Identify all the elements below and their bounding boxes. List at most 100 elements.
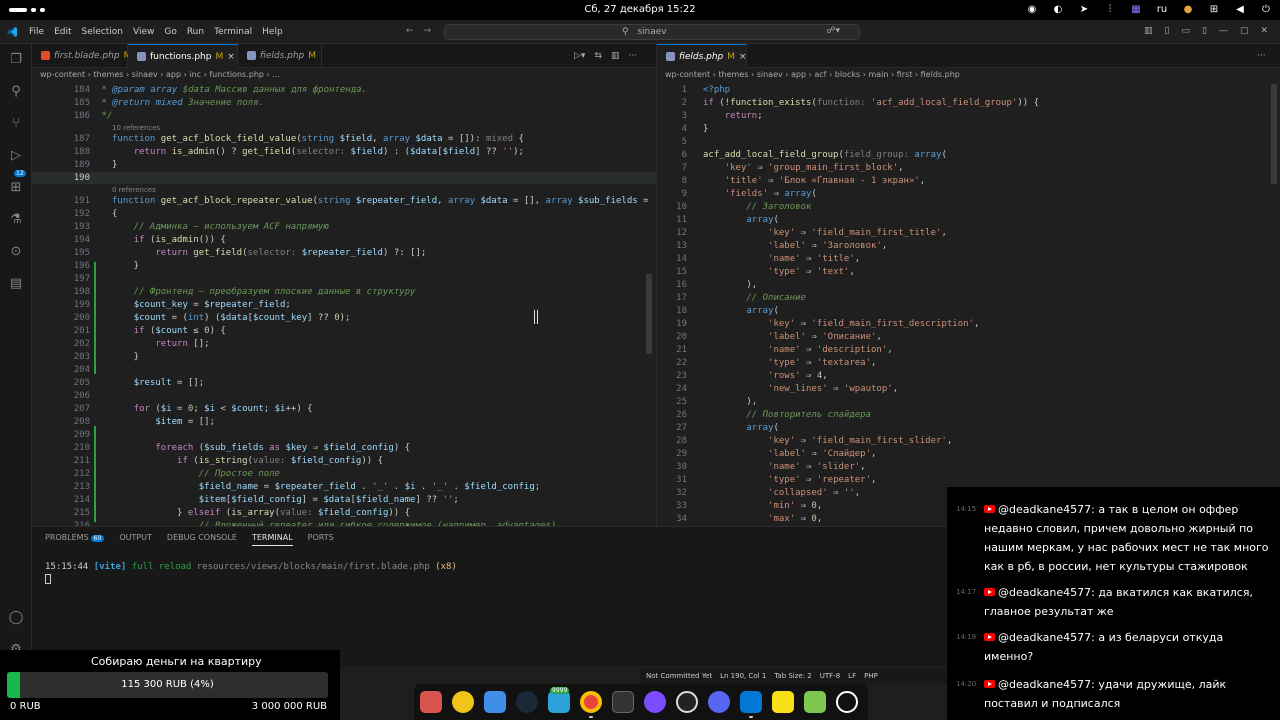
menu-terminal[interactable]: Terminal <box>214 27 252 37</box>
encoding[interactable]: UTF-8 <box>820 672 840 680</box>
line-ending[interactable]: LF <box>848 672 856 680</box>
discord-icon[interactable] <box>708 691 730 713</box>
tab-ports[interactable]: PORTS <box>308 533 334 546</box>
steam-icon[interactable] <box>516 691 538 713</box>
copilot-icon[interactable]: ☍▾ <box>826 26 840 36</box>
close-tab-icon[interactable]: × <box>739 52 747 62</box>
update-tray-icon[interactable]: ◐ <box>1052 3 1064 15</box>
tab-fields-php[interactable]: fields.php M × <box>657 44 747 68</box>
mixer-tray-icon[interactable]: ⫶ <box>1104 3 1116 15</box>
terminal-output[interactable]: 15:15:44 [vite] full reload resources/vi… <box>45 562 457 572</box>
terminal-icon[interactable] <box>612 691 634 713</box>
menu-selection[interactable]: Selection <box>82 27 123 37</box>
code-line: 24 'new_lines' ⇒ 'wpautop', <box>676 384 899 394</box>
code-line: 12 'key' ⇒ 'field_main_first_title', <box>676 228 947 238</box>
network-icon[interactable]: ⊞ <box>1208 3 1220 15</box>
code-line: 209 <box>73 430 90 440</box>
cursor-position[interactable]: Ln 190, Col 1 <box>720 672 766 680</box>
telegram-tray-icon[interactable]: ➤ <box>1078 3 1090 15</box>
language-mode[interactable]: PHP <box>864 672 878 680</box>
tab-first-blade[interactable]: first.blade.phpM <box>32 44 131 68</box>
donation-title: Собираю деньги на квартиру <box>91 655 262 668</box>
code-line: 19 'key' ⇒ 'field_main_first_description… <box>676 319 980 329</box>
split-editor-icon[interactable]: ▥ <box>611 51 620 61</box>
code-line: 27 array( <box>676 423 779 433</box>
code-line: 1 <?php <box>681 85 731 95</box>
testing-icon[interactable]: ⚗ <box>8 212 24 228</box>
youtube-icon <box>984 680 995 688</box>
code-line: 10 // Заголовок <box>676 202 812 212</box>
obsidian-icon[interactable] <box>644 691 666 713</box>
run-file-icon[interactable]: ▷▾ <box>574 51 585 61</box>
menu-file[interactable]: File <box>29 27 44 37</box>
run-debug-icon[interactable]: ▷ <box>8 148 24 164</box>
menu-edit[interactable]: Edit <box>54 27 71 37</box>
chat-time: 14:17 <box>956 588 977 596</box>
tab-problems[interactable]: PROBLEMS 60 <box>45 533 105 546</box>
minimize-icon[interactable]: — <box>1219 26 1228 36</box>
code-line: 199 $count_key = $repeater_field; <box>73 300 291 310</box>
maximize-icon[interactable]: ▢ <box>1240 26 1249 36</box>
keyboard-layout[interactable]: ru <box>1156 3 1168 15</box>
tab-output[interactable]: OUTPUT <box>119 533 152 546</box>
code-line: 23 'rows' ⇒ 4, <box>676 371 828 381</box>
volume-icon[interactable]: ◀ <box>1234 3 1246 15</box>
yandex-icon[interactable] <box>772 691 794 713</box>
extensions-icon[interactable]: ⊞ <box>8 180 24 196</box>
code-line: 215 } elseif (is_array(value: $field_con… <box>73 508 411 518</box>
settings-app-icon[interactable] <box>452 691 474 713</box>
obs-studio-icon[interactable] <box>676 691 698 713</box>
explorer-icon[interactable]: ❐ <box>8 52 24 68</box>
more-actions-icon[interactable]: ··· <box>629 51 638 61</box>
code-line: 31 'type' ⇒ 'repeater', <box>676 475 877 485</box>
text-editor-icon[interactable] <box>484 691 506 713</box>
telegram-icon[interactable] <box>548 691 570 713</box>
power-icon[interactable]: ⏻ <box>1260 3 1272 15</box>
remote-explorer-icon[interactable]: ⊙ <box>8 244 24 260</box>
forward-arrow-icon[interactable]: → <box>424 26 432 36</box>
sidebar-toggle-icon[interactable]: ▯ <box>1165 26 1170 36</box>
search-icon[interactable]: ⚲ <box>8 84 24 100</box>
vscode-icon[interactable] <box>740 691 762 713</box>
app-grid-icon[interactable] <box>836 691 858 713</box>
compare-icon[interactable]: ⇆ <box>594 51 602 61</box>
close-tab-icon[interactable]: × <box>227 52 235 62</box>
file-icon <box>41 51 50 60</box>
menu-run[interactable]: Run <box>187 27 204 37</box>
tab-functions-php[interactable]: functions.php M × <box>128 44 238 68</box>
tab-size[interactable]: Tab Size: 2 <box>774 672 811 680</box>
command-center-search[interactable]: ⚲ sinaev <box>444 24 860 40</box>
panel-toggle-icon[interactable]: ▭ <box>1181 26 1190 36</box>
more-actions-icon[interactable]: ··· <box>1257 51 1266 61</box>
accounts-icon[interactable]: ◯ <box>8 610 24 626</box>
steam-tray-icon[interactable]: ◉ <box>1026 3 1038 15</box>
menu-help[interactable]: Help <box>262 27 283 37</box>
tab-fields-php-left[interactable]: fields.php M <box>238 44 322 68</box>
code-line: 21 'name' ⇒ 'description', <box>676 345 893 355</box>
code-line: 202 return []; <box>73 339 210 349</box>
layout-toggle-icon[interactable]: ▥ <box>1144 26 1153 36</box>
bottom-panel: PROBLEMS 60 OUTPUT DEBUG CONSOLE TERMINAL… <box>32 526 947 666</box>
code-line: 192{ <box>73 209 118 219</box>
git-blame-status[interactable]: Not Committed Yet <box>646 672 712 680</box>
app-tray-icon[interactable]: ▦ <box>1130 3 1142 15</box>
close-window-icon[interactable]: ✕ <box>1260 26 1268 36</box>
chrome-icon[interactable] <box>580 691 602 713</box>
source-control-icon[interactable]: ⑂ <box>8 116 24 132</box>
archive-icon[interactable] <box>804 691 826 713</box>
microphone-icon[interactable]: ● <box>1182 3 1194 15</box>
secondary-sidebar-toggle-icon[interactable]: ▯ <box>1202 26 1207 36</box>
tab-debug-console[interactable]: DEBUG CONSOLE <box>167 533 237 546</box>
back-arrow-icon[interactable]: ← <box>406 26 414 36</box>
donation-goal-widget: Собираю деньги на квартиру 115 300 RUB (… <box>0 650 340 720</box>
menu-go[interactable]: Go <box>164 27 176 37</box>
breadcrumb-left[interactable]: wp-content › themes › sinaev › app › inc… <box>32 68 656 82</box>
chat-time: 14:15 <box>956 505 977 513</box>
containers-icon[interactable]: ▤ <box>8 276 24 292</box>
breadcrumb-right[interactable]: wp-content › themes › sinaev › app › acf… <box>657 68 1280 82</box>
files-icon[interactable] <box>420 691 442 713</box>
editor-tabs-right: fields.php M × ··· <box>657 44 1280 68</box>
menu-view[interactable]: View <box>133 27 154 37</box>
tab-terminal[interactable]: TERMINAL <box>251 533 293 546</box>
menu-bar: File Edit Selection View Go Run Terminal… <box>29 27 283 37</box>
